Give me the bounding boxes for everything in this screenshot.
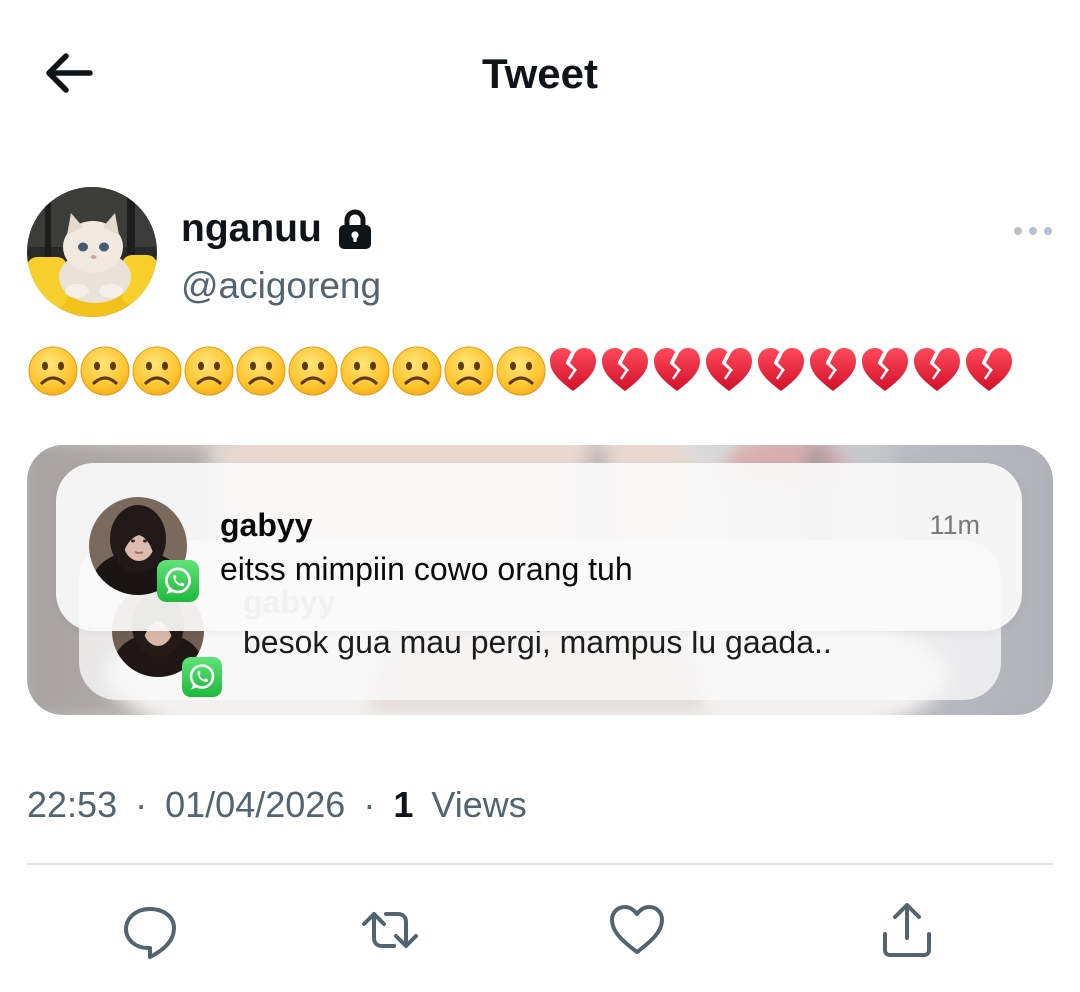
broken-heart-emoji (807, 345, 859, 397)
tweet-author: nganuu @acigoreng (27, 187, 1057, 322)
notification-time: 11m (929, 510, 980, 540)
broken-heart-emoji (859, 345, 911, 397)
more-options-icon[interactable] (1011, 221, 1055, 241)
frowning-face-emoji (79, 345, 131, 397)
tweet-date[interactable]: 01/04/2026 (165, 784, 345, 825)
broken-heart-emoji (963, 345, 1015, 397)
retweet-icon[interactable] (360, 900, 420, 960)
tweet-text (27, 345, 1015, 397)
broken-heart-emoji (911, 345, 963, 397)
frowning-face-emoji (443, 345, 495, 397)
tweet-time[interactable]: 22:53 (27, 784, 117, 825)
frowning-face-emoji (27, 345, 79, 397)
display-name[interactable]: nganuu (181, 207, 322, 251)
divider (27, 863, 1053, 865)
notification-card[interactable]: gabyy eitss mimpiin cowo orang tuh 11m (56, 463, 1022, 631)
frowning-face-emoji (495, 345, 547, 397)
lock-icon (338, 209, 371, 249)
frowning-face-emoji (235, 345, 287, 397)
broken-heart-emoji (755, 345, 807, 397)
broken-heart-emoji (599, 345, 651, 397)
user-handle[interactable]: @acigoreng (181, 265, 381, 307)
tweet-actions (0, 900, 1080, 970)
tweet-media[interactable]: gabyy besok gua mau pergi, mampus lu gaa… (27, 445, 1053, 715)
share-icon[interactable] (877, 900, 937, 960)
frowning-face-emoji (391, 345, 443, 397)
meta-separator: · (135, 784, 148, 825)
frowning-face-emoji (339, 345, 391, 397)
like-icon[interactable] (607, 900, 667, 960)
views-label: Views (431, 784, 527, 825)
avatar[interactable] (27, 187, 157, 317)
frowning-face-emoji (183, 345, 235, 397)
frowning-face-emoji (287, 345, 339, 397)
whatsapp-icon (157, 560, 199, 602)
display-name-row: nganuu (181, 207, 374, 251)
broken-heart-emoji (651, 345, 703, 397)
reply-icon[interactable] (120, 900, 180, 960)
notification-sender: gabyy (220, 507, 313, 543)
top-bar: Tweet (0, 0, 1080, 150)
tweet-meta: 22:53 · 01/04/2026 · 1 Views (27, 784, 527, 826)
frowning-face-emoji (131, 345, 183, 397)
broken-heart-emoji (703, 345, 755, 397)
meta-separator: · (363, 784, 376, 825)
whatsapp-icon (182, 657, 222, 697)
page-title: Tweet (482, 50, 598, 97)
notification-message: eitss mimpiin cowo orang tuh (220, 551, 633, 587)
views-count: 1 (393, 784, 414, 825)
broken-heart-emoji (547, 345, 599, 397)
